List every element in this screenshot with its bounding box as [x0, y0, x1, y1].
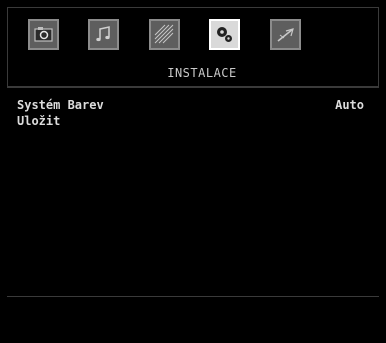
- menu-header: INSTALACE: [7, 7, 379, 87]
- osd-menu: INSTALACE Systém Barev Auto Uložit: [0, 0, 386, 343]
- menu-content: Systém Barev Auto Uložit: [7, 88, 379, 296]
- tab-picture[interactable]: [28, 19, 59, 50]
- settings-icon: [154, 24, 174, 44]
- menu-item-value: Auto: [335, 98, 364, 112]
- install-icon: [217, 27, 232, 42]
- menu-item-label: Uložit: [17, 114, 61, 128]
- source-icon: [277, 28, 294, 42]
- picture-icon: [34, 27, 53, 42]
- menu-footer: [7, 297, 379, 343]
- menu-title: INSTALACE: [167, 66, 237, 80]
- menu-item-label: Systém Barev: [17, 98, 104, 112]
- tab-settings[interactable]: [149, 19, 180, 50]
- tab-source[interactable]: [270, 19, 301, 50]
- tab-sound[interactable]: [88, 19, 119, 50]
- menu-item-color-system[interactable]: Systém Barev Auto: [17, 97, 364, 113]
- tab-install[interactable]: [209, 19, 240, 50]
- sound-icon: [96, 26, 110, 42]
- menu-item-save[interactable]: Uložit: [17, 113, 364, 129]
